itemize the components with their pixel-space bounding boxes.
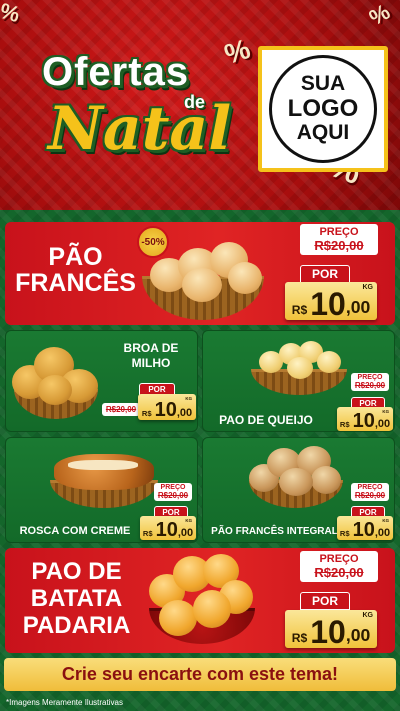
new-price-block: R$ 10 ,00 KG bbox=[285, 282, 377, 320]
new-price-tag: R$ 10 ,00 KG bbox=[285, 282, 377, 320]
price-cents: ,00 bbox=[176, 406, 193, 419]
pao-integral-image bbox=[243, 440, 348, 512]
product-name: ROSCA COM CREME bbox=[19, 525, 131, 537]
new-price-block: R$ 10 ,00 KG bbox=[337, 516, 393, 540]
name-line: BATATA bbox=[30, 584, 123, 612]
product-card-rosca-com-creme[interactable]: ROSCA COM CREME PREÇO R$20,00 POR R$ 10 … bbox=[5, 437, 198, 543]
por-block: POR bbox=[300, 592, 350, 610]
percent-decoration: % bbox=[364, 0, 395, 31]
new-price-tag: R$ 10 ,00 KG bbox=[285, 610, 377, 648]
new-price-tag: R$ 10 ,00 KG bbox=[138, 394, 196, 420]
price-block: PREÇO R$20,00 bbox=[300, 551, 378, 582]
price-block: PREÇO R$20,00 bbox=[154, 483, 192, 501]
product-card-broa-de-milho[interactable]: BROA DE MILHO POR R$20,00 R$ 10 ,00 KG bbox=[5, 330, 198, 432]
name-line: PAO DE bbox=[31, 558, 122, 585]
unit: KG bbox=[382, 518, 389, 523]
logo-line: AQUI bbox=[296, 120, 350, 144]
new-price-block: R$ 10 ,00 KG bbox=[140, 516, 196, 540]
percent-decoration: % bbox=[220, 32, 254, 71]
old-price: R$20,00 bbox=[154, 491, 192, 501]
old-price-block: R$20,00 bbox=[102, 403, 140, 416]
discount-badge: -50% bbox=[137, 226, 169, 258]
price-cents: ,00 bbox=[345, 296, 371, 317]
por-label: POR bbox=[300, 592, 350, 610]
currency: R$ bbox=[291, 303, 308, 318]
cta-banner[interactable]: Crie seu encarte com este tema! bbox=[4, 658, 396, 691]
currency: R$ bbox=[291, 631, 308, 646]
new-price-block: R$ 10 ,00 KG bbox=[337, 407, 393, 431]
currency: R$ bbox=[339, 529, 350, 539]
product-card-pao-de-queijo[interactable]: PAO DE QUEIJO PREÇO R$20,00 POR R$ 10 ,0… bbox=[202, 330, 395, 432]
unit: KG bbox=[382, 409, 389, 414]
price-integer: 10 bbox=[352, 410, 375, 432]
header-banner: % % % % Ofertas de Natal SUA LOGO AQUI bbox=[0, 0, 400, 215]
preco-label: PREÇO bbox=[300, 551, 378, 565]
disclaimer-text: *Imagens Meramente Ilustrativas bbox=[6, 698, 123, 707]
currency: R$ bbox=[339, 420, 350, 430]
logo-line: SUA bbox=[300, 72, 346, 96]
logo-placeholder[interactable]: SUA LOGO AQUI bbox=[258, 46, 388, 172]
price-cents: ,00 bbox=[374, 417, 391, 430]
name-line: BROA DE bbox=[123, 341, 179, 355]
unit: KG bbox=[185, 518, 192, 523]
rosca-image bbox=[46, 442, 161, 512]
product-card-pao-frances[interactable]: PÃO FRANCÊS -50% PREÇO R$20,00 POR R$ 10… bbox=[5, 222, 395, 325]
name-line: FRANCÊS bbox=[15, 269, 136, 298]
price-integer: 10 bbox=[352, 519, 375, 541]
price-block: PREÇO R$20,00 bbox=[351, 483, 389, 501]
title-ofertas: Ofertas bbox=[42, 50, 190, 94]
price-block: PREÇO R$20,00 bbox=[300, 224, 378, 255]
unit: KG bbox=[362, 612, 373, 619]
new-price-tag: R$ 10 ,00 KG bbox=[337, 407, 393, 431]
price-integer: 10 bbox=[310, 614, 346, 650]
price-integer: 10 bbox=[155, 519, 178, 541]
new-price-block: R$ 10 ,00 KG bbox=[285, 610, 377, 648]
old-price: R$20,00 bbox=[351, 381, 389, 391]
name-line: PADARIA bbox=[22, 611, 131, 639]
preco-label: PREÇO bbox=[300, 224, 378, 238]
name-line: MILHO bbox=[131, 356, 171, 370]
new-price-block: R$ 10 ,00 KG bbox=[138, 394, 196, 420]
pao-de-queijo-image bbox=[243, 335, 353, 400]
unit: KG bbox=[185, 396, 192, 401]
percent-decoration: % bbox=[0, 0, 23, 28]
pao-de-batata-image bbox=[145, 550, 260, 650]
title-natal: Natal bbox=[48, 94, 232, 164]
old-price: R$20,00 bbox=[300, 238, 378, 255]
logo-line: LOGO bbox=[287, 95, 359, 123]
old-price: R$20,00 bbox=[351, 491, 389, 501]
product-card-pao-frances-integral[interactable]: PÃO FRANCÊS INTEGRAL PREÇO R$20,00 POR R… bbox=[202, 437, 395, 543]
broa-image bbox=[8, 341, 103, 426]
new-price-tag: R$ 10 ,00 KG bbox=[140, 516, 196, 540]
new-price-tag: R$ 10 ,00 KG bbox=[337, 516, 393, 540]
old-price: R$20,00 bbox=[300, 565, 378, 582]
preco-label: PREÇO bbox=[351, 483, 389, 491]
price-integer: 10 bbox=[154, 399, 177, 421]
logo-circle: SUA LOGO AQUI bbox=[269, 55, 377, 163]
price-cents: ,00 bbox=[374, 526, 391, 539]
old-price: R$20,00 bbox=[102, 403, 140, 416]
product-card-pao-de-batata[interactable]: PAO DE BATATA PADARIA PREÇO R$20,00 POR … bbox=[5, 548, 395, 653]
product-name: PAO DE QUEIJO bbox=[219, 413, 313, 427]
preco-label: PREÇO bbox=[154, 483, 192, 491]
price-integer: 10 bbox=[310, 286, 346, 322]
currency: R$ bbox=[142, 529, 153, 539]
name-line: PÃO bbox=[48, 243, 103, 271]
por-block: POR bbox=[300, 265, 350, 283]
price-cents: ,00 bbox=[177, 526, 194, 539]
preco-label: PREÇO bbox=[351, 373, 389, 381]
currency: R$ bbox=[141, 409, 152, 419]
price-cents: ,00 bbox=[345, 624, 371, 645]
price-block: PREÇO R$20,00 bbox=[351, 373, 389, 391]
logo-text: SUA LOGO AQUI bbox=[283, 73, 363, 144]
product-name: PÃO FRANCÊS INTEGRAL bbox=[211, 526, 338, 537]
por-label: POR bbox=[300, 265, 350, 283]
unit: KG bbox=[362, 284, 373, 291]
product-name: PAO DE BATATA PADARIA bbox=[9, 558, 144, 640]
product-name: BROA DE MILHO bbox=[106, 341, 196, 371]
product-name: PÃO FRANCÊS bbox=[13, 244, 138, 297]
